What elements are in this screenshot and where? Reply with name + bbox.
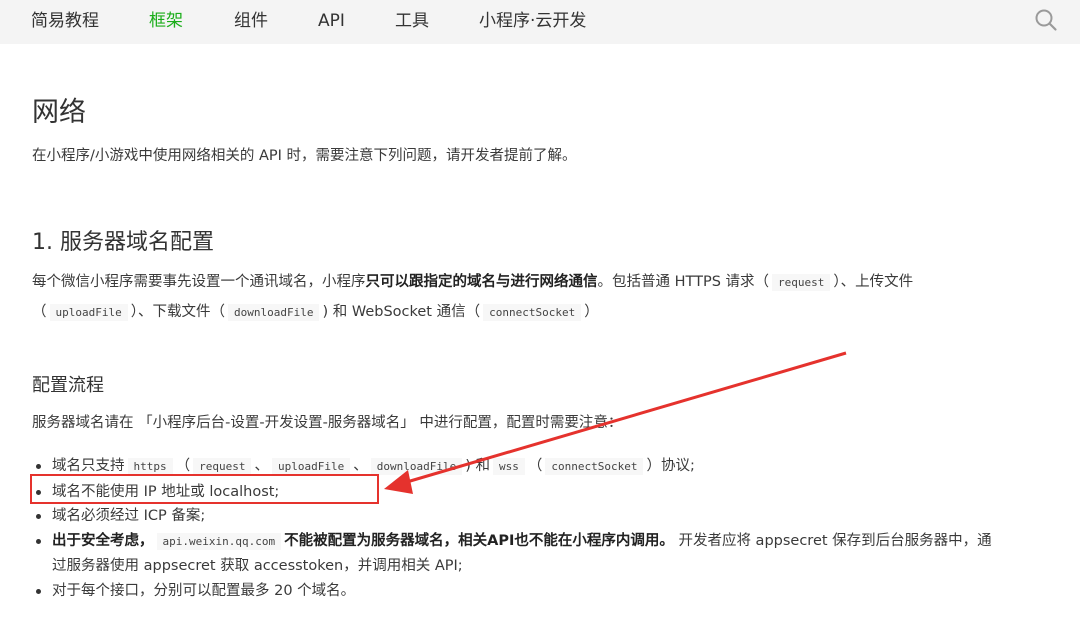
text: （ (32, 304, 47, 320)
bold-text: 只可以跟指定的域名与进行网络通信 (365, 274, 598, 290)
page-intro: 在小程序/小游戏中使用网络相关的 API 时，需要注意下列问题，请开发者提前了解… (32, 148, 577, 164)
text: （ (527, 458, 543, 474)
code-downloadfile: downloadFile (370, 458, 463, 475)
text: ）、上传文件 (833, 274, 914, 290)
code-connectsocket: connectSocket (545, 458, 644, 475)
config-rules-list: 域名只支持 https （request、 uploadFile、 downloadFi… (32, 454, 1072, 603)
list-item: 对于每个接口，分别可以配置最多 20 个域名。 (32, 579, 1072, 604)
top-navigation-bar: 简易教程 框架 组件 API 工具 小程序·云开发 (0, 0, 1080, 44)
search-icon[interactable] (1034, 8, 1058, 32)
list-item: 出于安全考虑， api.weixin.qq.com 不能被配置为服务器域名，相关AP… (32, 529, 1072, 579)
text: （ (175, 458, 191, 474)
page-title: 网络 (32, 97, 86, 128)
nav-item-tools[interactable]: 工具 (395, 10, 429, 32)
nav-item-api[interactable]: API (318, 10, 345, 32)
code-connectsocket: connectSocket (483, 304, 582, 321)
doc-content: 网络 在小程序/小游戏中使用网络相关的 API 时，需要注意下列问题，请开发者提… (0, 44, 1080, 626)
text: 过服务器使用 appsecret 获取 accesstoken，并调用相关 AP… (52, 558, 463, 574)
list-item-highlighted: 域名不能使用 IP 地址或 localhost; (32, 480, 1072, 505)
text: 开发者应将 appsecret 保存到后台服务器中，通 (673, 532, 992, 549)
text: 域名不能使用 IP 地址或 localhost; (52, 483, 280, 500)
list-item: 域名必须经过 ICP 备案; (32, 504, 1072, 529)
text: 、 (353, 458, 368, 474)
nav-item-cloud[interactable]: 小程序·云开发 (479, 10, 586, 32)
text: 对于每个接口，分别可以配置最多 20 个域名。 (52, 582, 356, 599)
text: ）、下载文件（ (130, 304, 225, 320)
section1-paragraph-line1: 每个微信小程序需要事先设置一个通讯域名，小程序只可以跟指定的域名与进行网络通信。… (32, 272, 913, 293)
text: ) 和 WebSocket 通信（ (322, 304, 481, 320)
code-downloadfile: downloadFile (227, 304, 320, 321)
text: 域名必须经过 ICP 备案; (52, 508, 206, 524)
code-wss: wss (492, 458, 525, 475)
text: 每个微信小程序需要事先设置一个通讯域名，小程序 (32, 274, 366, 290)
config-flow-intro: 服务器域名请在 「小程序后台-设置-开发设置-服务器域名」 中进行配置，配置时需… (32, 415, 623, 431)
code-uploadfile: uploadFile (49, 304, 128, 321)
code-request: request (193, 458, 252, 475)
text: 。包括普通 HTTPS 请求（ (597, 274, 770, 290)
code-request: request (772, 274, 831, 291)
code-uploadfile: uploadFile (271, 458, 351, 475)
nav-item-components[interactable]: 组件 (234, 10, 268, 32)
section-heading-config-flow: 配置流程 (32, 375, 104, 396)
section-heading-domain-config: 1. 服务器域名配置 (32, 230, 214, 255)
section1-paragraph-line2: （uploadFile ）、下载文件（ downloadFile) 和 WebSoc… (32, 302, 599, 323)
code-api-domain: api.weixin.qq.com (156, 532, 282, 550)
text: ） (584, 304, 599, 320)
text: 、 (254, 458, 269, 474)
text: 域名只支持 (52, 458, 125, 474)
list-item: 域名只支持 https （request、 uploadFile、 downloadFi… (32, 454, 1072, 480)
text: ）协议; (646, 458, 695, 474)
bold-text: 出于安全考虑， (52, 532, 154, 549)
text: ) 和 (465, 458, 490, 474)
nav-item-framework[interactable]: 框架 (149, 10, 183, 32)
bold-text: 不能被配置为服务器域名，相关API也不能在小程序内调用。 (284, 532, 674, 549)
code-https: https (127, 458, 173, 475)
nav-item-tutorial[interactable]: 简易教程 (31, 10, 99, 32)
